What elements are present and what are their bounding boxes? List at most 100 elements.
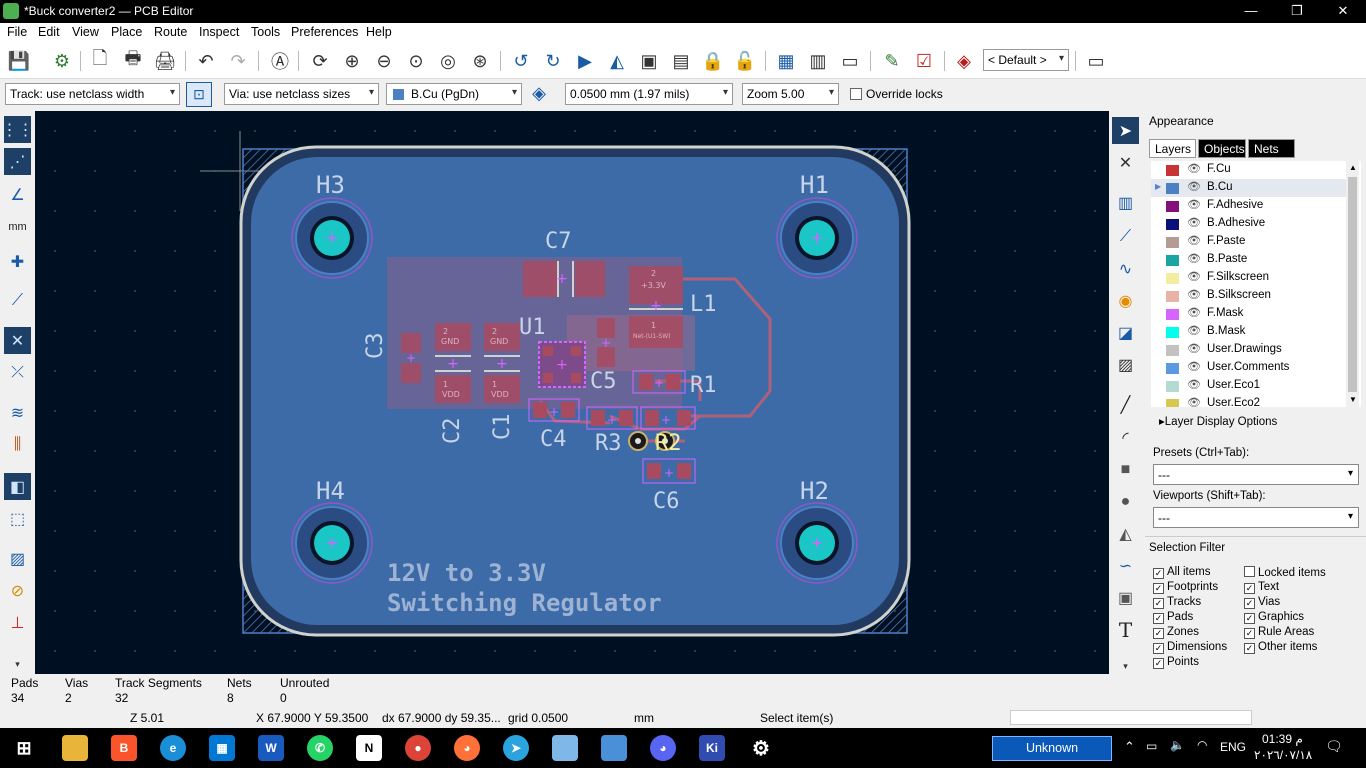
- file-explorer-icon[interactable]: [62, 735, 88, 761]
- polar-coords-icon[interactable]: ∠: [4, 181, 31, 208]
- checkbox[interactable]: ✓: [1153, 628, 1164, 639]
- unlock-icon[interactable]: 🔓: [733, 49, 757, 73]
- checkbox[interactable]: [1244, 566, 1255, 577]
- filter-other-items[interactable]: ✓ Other items: [1244, 641, 1317, 656]
- ungroup-icon[interactable]: ▤: [669, 49, 693, 73]
- layer-row[interactable]: 👁 F.Mask: [1151, 305, 1347, 323]
- tab-nets[interactable]: Nets: [1248, 139, 1295, 158]
- checkbox[interactable]: ✓: [1153, 643, 1164, 654]
- eye-icon[interactable]: 👁: [1187, 360, 1201, 373]
- flip-icon[interactable]: ▶: [573, 49, 597, 73]
- checkbox[interactable]: ✓: [1153, 568, 1164, 579]
- zoom-objects-icon[interactable]: ◎: [436, 49, 460, 73]
- notifications-icon[interactable]: 🗨: [1325, 738, 1343, 755]
- lock-icon[interactable]: 🔒: [701, 49, 725, 73]
- filter-vias[interactable]: ✓ Vias: [1244, 596, 1280, 611]
- layer-row[interactable]: 👁 User.Eco2: [1151, 395, 1347, 407]
- layer-list-scrollbar[interactable]: ▲ ▼: [1346, 161, 1359, 407]
- checkbox[interactable]: ✓: [1244, 598, 1255, 609]
- eye-icon[interactable]: 👁: [1187, 324, 1201, 337]
- eye-icon[interactable]: 👁: [1187, 288, 1201, 301]
- page-settings-icon[interactable]: 🗋: [88, 48, 112, 73]
- layer-row[interactable]: 👁 F.Adhesive: [1151, 197, 1347, 215]
- presets-select[interactable]: --- ▾: [1153, 464, 1359, 485]
- checkbox[interactable]: ✓: [1153, 583, 1164, 594]
- checkbox[interactable]: ✓: [1153, 598, 1164, 609]
- mirror-icon[interactable]: ◭: [605, 49, 629, 73]
- scroll-up-icon[interactable]: ▲: [1349, 163, 1357, 172]
- filter-pads[interactable]: ✓ Pads: [1153, 611, 1193, 626]
- checkbox[interactable]: ✓: [1244, 583, 1255, 594]
- layer-color-swatch[interactable]: [1166, 237, 1179, 248]
- tracks-icon[interactable]: ≋: [4, 399, 31, 426]
- layer-pair-icon[interactable]: ◈: [528, 83, 550, 105]
- tune-length-icon[interactable]: ∿: [1112, 255, 1139, 282]
- volume-icon[interactable]: 🔈: [1170, 738, 1185, 752]
- netlist-icon[interactable]: ▦: [774, 49, 798, 73]
- zone-outline-icon[interactable]: ▨: [4, 545, 31, 572]
- filter-locked-items[interactable]: Locked items: [1244, 566, 1326, 581]
- eye-icon[interactable]: 👁: [1187, 252, 1201, 265]
- auto-track-width-icon[interactable]: ⊡: [186, 82, 212, 107]
- layer-row[interactable]: 👁 User.Comments: [1151, 359, 1347, 377]
- layer-color-swatch[interactable]: [1166, 219, 1179, 230]
- checkbox[interactable]: ✓: [1153, 613, 1164, 624]
- graphics-icon[interactable]: ⟋: [4, 287, 31, 314]
- zoom-fit-icon[interactable]: ⊙: [404, 49, 428, 73]
- eye-icon[interactable]: 👁: [1187, 378, 1201, 391]
- kicad-icon[interactable]: Ki: [699, 735, 725, 761]
- vias-icon[interactable]: ⫼: [4, 431, 31, 458]
- windows-start-icon[interactable]: ⊞: [11, 735, 37, 761]
- grid-icon[interactable]: ⋮⋮: [2, 116, 34, 143]
- tab-objects[interactable]: Objects: [1198, 139, 1246, 158]
- layer-row[interactable]: ▶ 👁 B.Cu: [1151, 179, 1347, 197]
- filter-zones[interactable]: ✓ Zones: [1153, 626, 1199, 641]
- board-setup-icon[interactable]: ⚙: [50, 49, 74, 73]
- notion-icon[interactable]: N: [356, 735, 382, 761]
- ratsnest-icon[interactable]: ✕: [4, 327, 31, 354]
- plot-icon[interactable]: 🖨: [153, 49, 177, 73]
- filter-tracks[interactable]: ✓ Tracks: [1153, 596, 1201, 611]
- route-track-icon[interactable]: ⟋: [1112, 223, 1139, 250]
- clock-date[interactable]: ٢٠٢٦/٠٧/١٨: [1254, 748, 1312, 762]
- tab-layers[interactable]: Layers: [1149, 139, 1196, 158]
- firefox-icon[interactable]: ◕: [454, 735, 480, 761]
- save-icon[interactable]: 💾: [7, 49, 31, 73]
- layer-display-options-toggle[interactable]: ▸Layer Display Options: [1159, 414, 1277, 428]
- checkbox[interactable]: ✓: [1244, 628, 1255, 639]
- eye-icon[interactable]: 👁: [1187, 342, 1201, 355]
- layer-color-swatch[interactable]: [1166, 273, 1179, 284]
- zoom-out-icon[interactable]: ⊖: [372, 49, 396, 73]
- eye-icon[interactable]: 👁: [1187, 216, 1201, 229]
- highlight-net-icon[interactable]: ⊘: [4, 577, 31, 604]
- units-icon[interactable]: mm: [4, 213, 31, 240]
- footprint-icon[interactable]: ▥: [1112, 189, 1139, 216]
- layer-row[interactable]: 👁 User.Drawings: [1151, 341, 1347, 359]
- local-ratsnest-icon[interactable]: ✕: [1112, 149, 1139, 176]
- notepad-icon[interactable]: [552, 735, 578, 761]
- menu-view[interactable]: View: [72, 25, 99, 39]
- menu-route[interactable]: Route: [154, 25, 187, 39]
- clock-time[interactable]: 01:39 م: [1262, 732, 1303, 746]
- drc-icon[interactable]: ☑: [912, 49, 936, 73]
- layer-row[interactable]: 👁 B.Mask: [1151, 323, 1347, 341]
- bezier-icon[interactable]: ∽: [1112, 552, 1139, 579]
- terminal-icon[interactable]: ▭: [1084, 49, 1108, 73]
- menu-preferences[interactable]: Preferences: [291, 25, 358, 39]
- rotate-ccw-icon[interactable]: ↺: [509, 49, 533, 73]
- store-icon[interactable]: ▦: [209, 735, 235, 761]
- find-icon[interactable]: Ⓐ: [268, 49, 292, 73]
- eye-icon[interactable]: 👁: [1187, 162, 1201, 175]
- pads-icon[interactable]: ◧: [4, 473, 31, 500]
- telegram-icon[interactable]: ➤: [503, 735, 529, 761]
- unknown-button[interactable]: Unknown: [992, 736, 1112, 761]
- curved-ratsnest-icon[interactable]: ⤫: [4, 359, 31, 386]
- redo-icon[interactable]: ↷: [226, 49, 250, 73]
- menu-tools[interactable]: Tools: [251, 25, 280, 39]
- filter-graphics[interactable]: ✓ Graphics: [1244, 611, 1304, 626]
- layer-preset-select[interactable]: < Default > ▾: [983, 49, 1069, 71]
- scroll-down-icon[interactable]: ▼: [1349, 395, 1357, 404]
- show-layers-icon[interactable]: ⊥: [4, 609, 31, 636]
- layer-color-swatch[interactable]: [1166, 381, 1179, 392]
- brave-icon[interactable]: B: [111, 735, 137, 761]
